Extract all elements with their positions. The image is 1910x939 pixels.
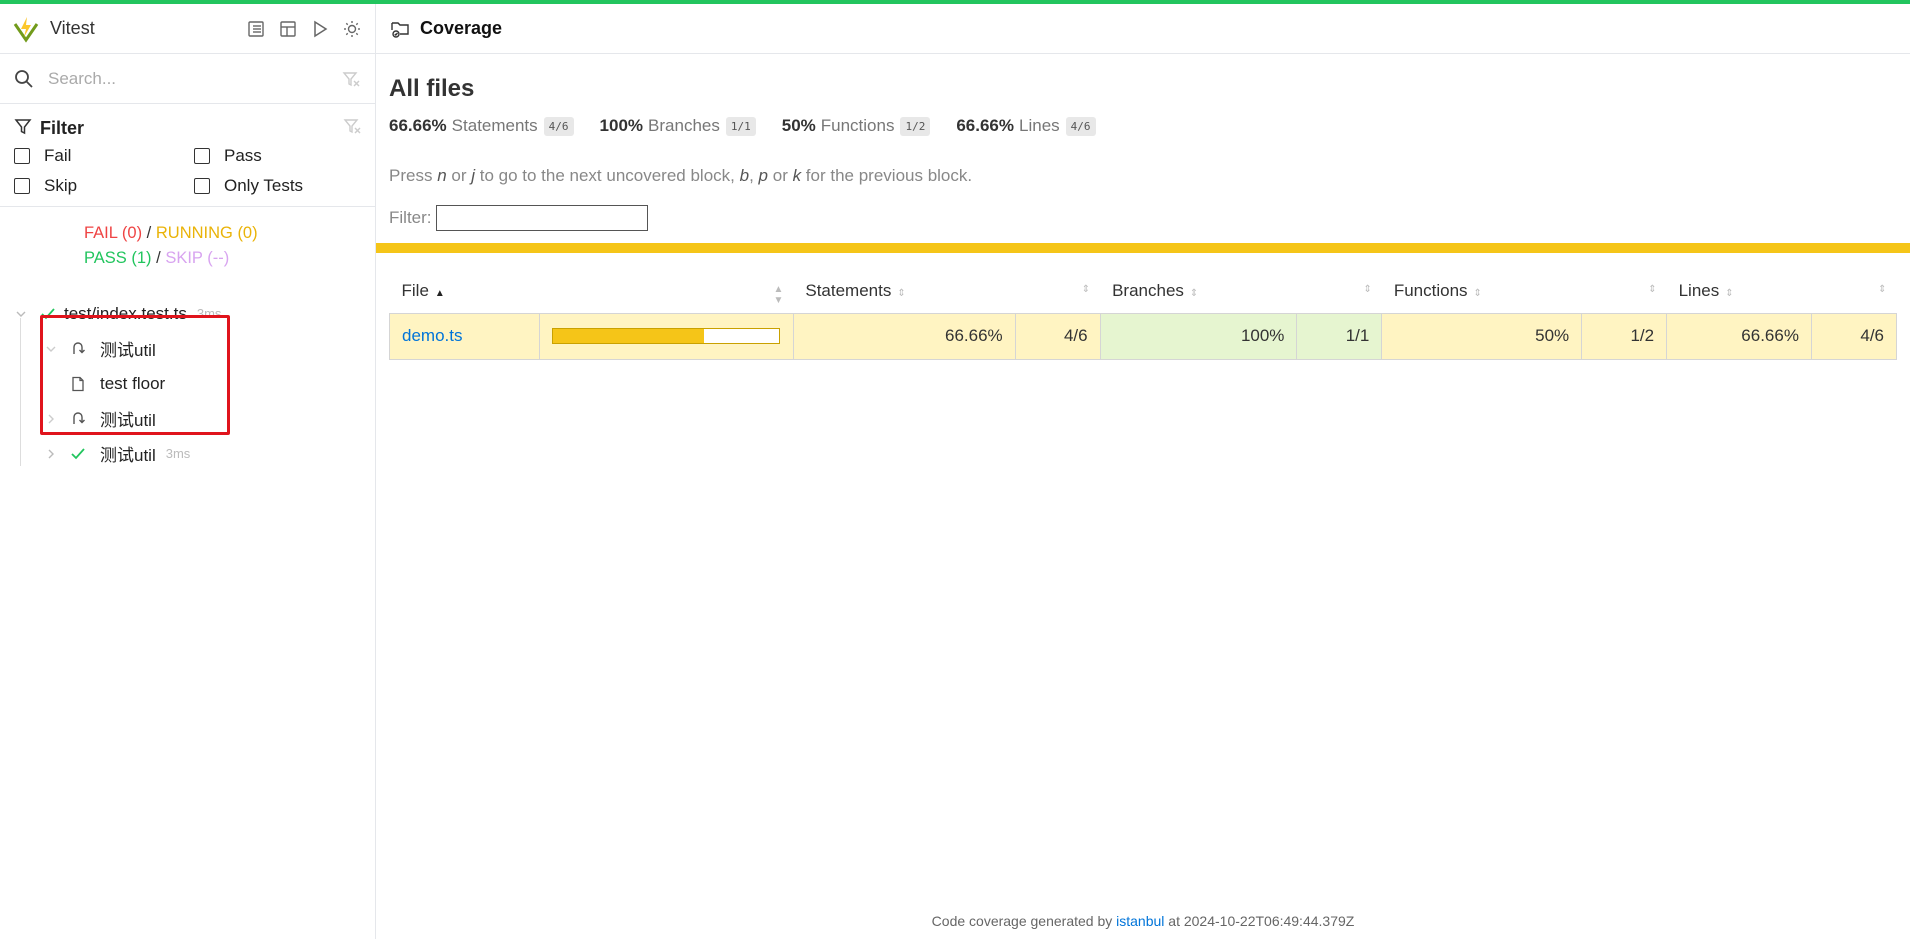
col-file[interactable]: File ▲ — [390, 269, 540, 313]
pass-count: PASS (1) — [84, 249, 152, 267]
sidebar: Vitest Filt — [0, 4, 376, 939]
main-header: Coverage — [376, 4, 1910, 54]
keyboard-hint: Press n or j to go to the next uncovered… — [389, 166, 973, 185]
functions-frac: 1/2 — [1581, 312, 1668, 360]
lines-pct: 66.66% — [1666, 312, 1812, 360]
coverage-bar-cell — [538, 312, 794, 360]
chevron-right-icon[interactable] — [44, 447, 58, 461]
functions-pct: 50% — [1381, 312, 1583, 360]
main-panel: Coverage All files 66.66% Statements 4/6… — [376, 4, 1910, 939]
tree-item-time: 3ms — [165, 446, 191, 461]
col-branches[interactable]: Branches ⇕ — [1100, 269, 1297, 313]
istanbul-link[interactable]: istanbul — [1116, 913, 1164, 929]
search-icon — [12, 67, 36, 91]
filter-pass-checkbox[interactable]: Pass — [194, 146, 374, 166]
stat-lines: 66.66% Lines 4/6 — [956, 116, 1096, 136]
test-summary: FAIL (0) / RUNNING (0) PASS (1) / SKIP (… — [84, 224, 258, 267]
coverage-progress-bar — [551, 328, 780, 344]
collapse-tests-icon[interactable] — [245, 18, 267, 40]
coverage-icon — [390, 19, 410, 39]
skip-count: SKIP (--) — [165, 249, 230, 267]
reset-filter-icon[interactable] — [343, 117, 361, 140]
coverage-progress-fill — [552, 329, 704, 343]
branches-pct: 100% — [1099, 312, 1298, 360]
sidebar-header: Vitest — [0, 4, 375, 54]
tree-item-label: 测试util — [100, 446, 156, 465]
search-input[interactable] — [48, 68, 339, 89]
table-row: demo.ts 66.66% 4/6 100% 1/1 50% 1/2 66.6… — [389, 312, 1898, 360]
file-filter-label: Filter: — [389, 208, 432, 227]
lines-frac: 4/6 — [1810, 312, 1898, 360]
tree-item[interactable]: 测试util 3ms — [0, 436, 376, 471]
statements-pct: 66.66% — [792, 312, 1016, 360]
stat-functions: 50% Functions 1/2 — [782, 116, 931, 136]
highlight-box — [40, 315, 230, 435]
file-link[interactable]: demo.ts — [402, 326, 462, 345]
col-statements-frac[interactable]: ⇕ — [1015, 269, 1100, 313]
clear-filter-icon[interactable] — [339, 67, 363, 91]
file-cell: demo.ts — [389, 312, 540, 360]
stat-branches: 100% Branches 1/1 — [600, 116, 756, 136]
vitest-logo-icon — [12, 15, 40, 43]
coverage-footer: Code coverage generated by istanbul at 2… — [931, 913, 1355, 929]
filter-only-tests-checkbox[interactable]: Only Tests — [194, 176, 374, 196]
filter-skip-checkbox[interactable]: Skip — [14, 176, 194, 196]
coverage-report: All files 66.66% Statements 4/6 100% Bra… — [376, 55, 1910, 939]
coverage-stats: 66.66% Statements 4/6 100% Branches 1/1 … — [389, 116, 1122, 136]
app-title: Vitest — [50, 18, 95, 38]
coverage-status-bar — [376, 243, 1910, 253]
chevron-down-icon[interactable] — [14, 307, 28, 321]
filter-panel: Filter Fail Pass Skip Only Tests — [0, 104, 375, 207]
running-count: RUNNING (0) — [155, 224, 258, 242]
col-file-bar[interactable]: ▲ ▼ — [539, 269, 793, 313]
filter-label: Filter — [40, 117, 85, 138]
col-functions-frac[interactable]: ⇕ — [1582, 269, 1667, 313]
theme-toggle-icon[interactable] — [341, 18, 363, 40]
file-filter: Filter: — [389, 205, 648, 231]
file-filter-input[interactable] — [435, 205, 648, 231]
main-title: Coverage — [420, 18, 503, 38]
col-functions[interactable]: Functions ⇕ — [1382, 269, 1582, 313]
fail-count: FAIL (0) — [84, 224, 143, 242]
col-statements[interactable]: Statements ⇕ — [793, 269, 1015, 313]
sidebar-search — [0, 54, 375, 104]
statements-frac: 4/6 — [1014, 312, 1101, 360]
col-lines-frac[interactable]: ⇕ — [1811, 269, 1896, 313]
dashboard-icon[interactable] — [277, 18, 299, 40]
coverage-title: All files — [389, 75, 475, 102]
branches-frac: 1/1 — [1296, 312, 1383, 360]
col-lines[interactable]: Lines ⇕ — [1667, 269, 1812, 313]
col-branches-frac[interactable]: ⇕ — [1297, 269, 1382, 313]
filter-fail-checkbox[interactable]: Fail — [14, 146, 194, 166]
run-all-icon[interactable] — [309, 18, 331, 40]
coverage-table: File ▲ ▲ ▼ Statements ⇕ ⇕ Branches ⇕ ⇕ Funct… — [389, 269, 1898, 360]
stat-statements: 66.66% Statements 4/6 — [389, 116, 574, 136]
filter-icon — [14, 117, 32, 140]
check-icon — [70, 446, 86, 462]
